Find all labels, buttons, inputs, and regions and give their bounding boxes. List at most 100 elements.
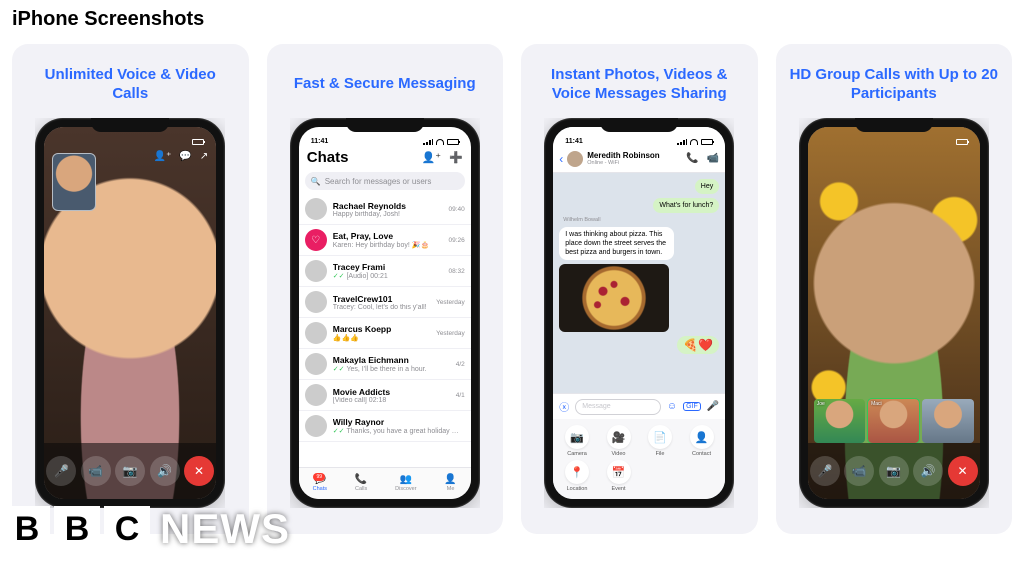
chat-preview: ✓✓Yes, I'll be there in a hour.: [333, 365, 450, 373]
calls-icon: 📞: [355, 475, 367, 485]
self-video-pip[interactable]: [52, 153, 96, 211]
attachment-option[interactable]: 📄File: [640, 425, 680, 458]
tab-discover[interactable]: 👥Discover: [395, 475, 416, 492]
transfer-icon[interactable]: ↗: [200, 151, 208, 162]
chat-time: 4/1: [456, 392, 465, 399]
chat-name: Rachael Reynolds: [333, 201, 443, 211]
chat-preview: Tracey: Cool, let's do this y'all!: [333, 304, 430, 311]
chat-row[interactable]: Marcus Koepp👍👍👍Yesterday: [299, 318, 471, 349]
chat-avatar: [305, 384, 327, 406]
signal-icon: [423, 139, 433, 145]
tab-bar: 💬Chats99 📞Calls 👥Discover 👤Me: [299, 467, 471, 499]
tab-chats[interactable]: 💬Chats99: [313, 475, 327, 492]
chat-time: 09:40: [448, 206, 464, 213]
chat-row[interactable]: ♡Eat, Pray, LoveKaren: Hey birthday boy!…: [299, 225, 471, 256]
screenshot-card[interactable]: Instant Photos, Videos & Voice Messages …: [521, 44, 758, 534]
attachment-option[interactable]: 📅Event: [599, 460, 639, 493]
chat-name: Marcus Koepp: [333, 324, 430, 334]
tab-me[interactable]: 👤Me: [444, 475, 456, 492]
participant-thumbnails: Joe Maci: [808, 399, 980, 443]
chat-row[interactable]: Willy Raynor✓✓Thanks, you have a great h…: [299, 411, 471, 442]
phone-mockup: 11:41 Joe Maci 🎤 📹 📷 🔊: [799, 118, 989, 508]
message-image[interactable]: [559, 264, 669, 332]
read-checks-icon: ✓✓: [333, 273, 345, 280]
participant-thumb[interactable]: Maci: [868, 399, 919, 443]
video-call-screen: 11:41 👤⁺ 💬 ↗ 🎤 📹 📷: [44, 127, 216, 499]
mic-icon[interactable]: 🎤: [707, 401, 719, 412]
emoji-icon[interactable]: ☺: [667, 401, 677, 412]
attachment-option[interactable]: 📍Location: [557, 460, 597, 493]
bbc-logo-block: B: [54, 506, 100, 552]
video-call-icon[interactable]: 📹: [707, 153, 719, 164]
chat-row[interactable]: Rachael ReynoldsHappy birthday, Josh!09:…: [299, 194, 471, 225]
chat-time: 08:32: [448, 268, 464, 275]
screenshot-gallery: Unlimited Voice & Video Calls 11:41 👤⁺ 💬: [12, 44, 1012, 534]
end-call-button[interactable]: ✕: [184, 456, 214, 486]
end-call-button[interactable]: ✕: [948, 456, 978, 486]
group-call-screen: 11:41 Joe Maci 🎤 📹 📷 🔊: [808, 127, 980, 499]
participant-thumb[interactable]: [922, 399, 973, 443]
read-checks-icon: ✓✓: [333, 366, 345, 373]
close-attach-icon[interactable]: ⓧ: [559, 399, 569, 414]
chat-name: Makayla Eichmann: [333, 355, 450, 365]
message-out[interactable]: What's for lunch?: [653, 198, 719, 213]
card-title: HD Group Calls with Up to 20 Participant…: [786, 64, 1003, 104]
search-input[interactable]: 🔍 Search for messages or users: [305, 172, 465, 190]
bbc-news-watermark: B B C NEWS: [0, 502, 290, 556]
participant-thumb[interactable]: Joe: [814, 399, 865, 443]
message-out[interactable]: 🍕❤️: [677, 336, 719, 354]
add-contact-icon[interactable]: 👤⁺: [422, 151, 442, 164]
event-icon: 📅: [607, 460, 631, 484]
camera-button[interactable]: 📷: [879, 456, 909, 486]
sender-label: Wilhelm Bowall: [563, 217, 600, 223]
chat-avatar: [305, 198, 327, 220]
mute-button[interactable]: 🎤: [810, 456, 840, 486]
screenshot-card[interactable]: Fast & Secure Messaging 11:41 Chats 👤⁺ ➕: [267, 44, 504, 534]
speaker-button[interactable]: 🔊: [913, 456, 943, 486]
gif-icon[interactable]: GIF: [683, 402, 701, 411]
message-input[interactable]: Message: [575, 399, 661, 415]
chat-icon[interactable]: 💬: [179, 151, 191, 162]
video-toggle-button[interactable]: 📹: [81, 456, 111, 486]
chat-row[interactable]: Makayla Eichmann✓✓Yes, I'll be there in …: [299, 349, 471, 380]
video-toggle-button[interactable]: 📹: [844, 456, 874, 486]
attachment-option[interactable]: 🎥Video: [599, 425, 639, 458]
message-in[interactable]: I was thinking about pizza. This place d…: [559, 227, 674, 260]
attachment-option[interactable]: 👤Contact: [682, 425, 722, 458]
camera-icon: 📷: [565, 425, 589, 449]
contact-status: Online - WiFi: [587, 160, 659, 166]
chat-avatar: [305, 322, 327, 344]
read-checks-icon: ✓✓: [333, 428, 345, 435]
chat-avatar: [305, 260, 327, 282]
message-out[interactable]: Hey: [695, 179, 719, 194]
attachment-option[interactable]: 📷Camera: [557, 425, 597, 458]
battery-icon: [701, 139, 713, 145]
camera-button[interactable]: 📷: [115, 456, 145, 486]
mute-button[interactable]: 🎤: [46, 456, 76, 486]
contact-name: Meredith Robinson: [587, 151, 659, 160]
screenshot-card[interactable]: HD Group Calls with Up to 20 Participant…: [776, 44, 1013, 534]
conversation-screen: 11:41 ‹ Meredith Robinson Online - WiFi: [553, 127, 725, 499]
contact-avatar[interactable]: [567, 151, 583, 167]
chat-row[interactable]: Tracey Frami✓✓[Audio] 00:2108:32: [299, 256, 471, 287]
battery-icon: [447, 139, 459, 145]
chat-avatar: [305, 415, 327, 437]
voice-call-icon[interactable]: 📞: [686, 153, 698, 164]
compose-icon[interactable]: ➕: [449, 151, 463, 164]
chat-row[interactable]: Movie Addicts[Video call] 02:184/1: [299, 380, 471, 411]
me-icon: 👤: [444, 475, 456, 485]
back-button[interactable]: ‹: [559, 152, 563, 166]
status-time: 11:41: [311, 138, 329, 145]
chat-name: Tracey Frami: [333, 262, 443, 272]
phone-mockup: 11:41 👤⁺ 💬 ↗ 🎤 📹 📷: [35, 118, 225, 508]
screenshot-card[interactable]: Unlimited Voice & Video Calls 11:41 👤⁺ 💬: [12, 44, 249, 534]
add-participant-icon[interactable]: 👤⁺: [154, 151, 172, 162]
wifi-icon: [436, 139, 444, 145]
battery-icon: [192, 139, 204, 145]
chat-row[interactable]: TravelCrew101Tracey: Cool, let's do this…: [299, 287, 471, 318]
battery-icon: [956, 139, 968, 145]
speaker-button[interactable]: 🔊: [150, 456, 180, 486]
card-title: Instant Photos, Videos & Voice Messages …: [531, 64, 748, 104]
compose-bar: ⓧ Message ☺ GIF 🎤: [553, 393, 725, 419]
tab-calls[interactable]: 📞Calls: [355, 475, 367, 492]
